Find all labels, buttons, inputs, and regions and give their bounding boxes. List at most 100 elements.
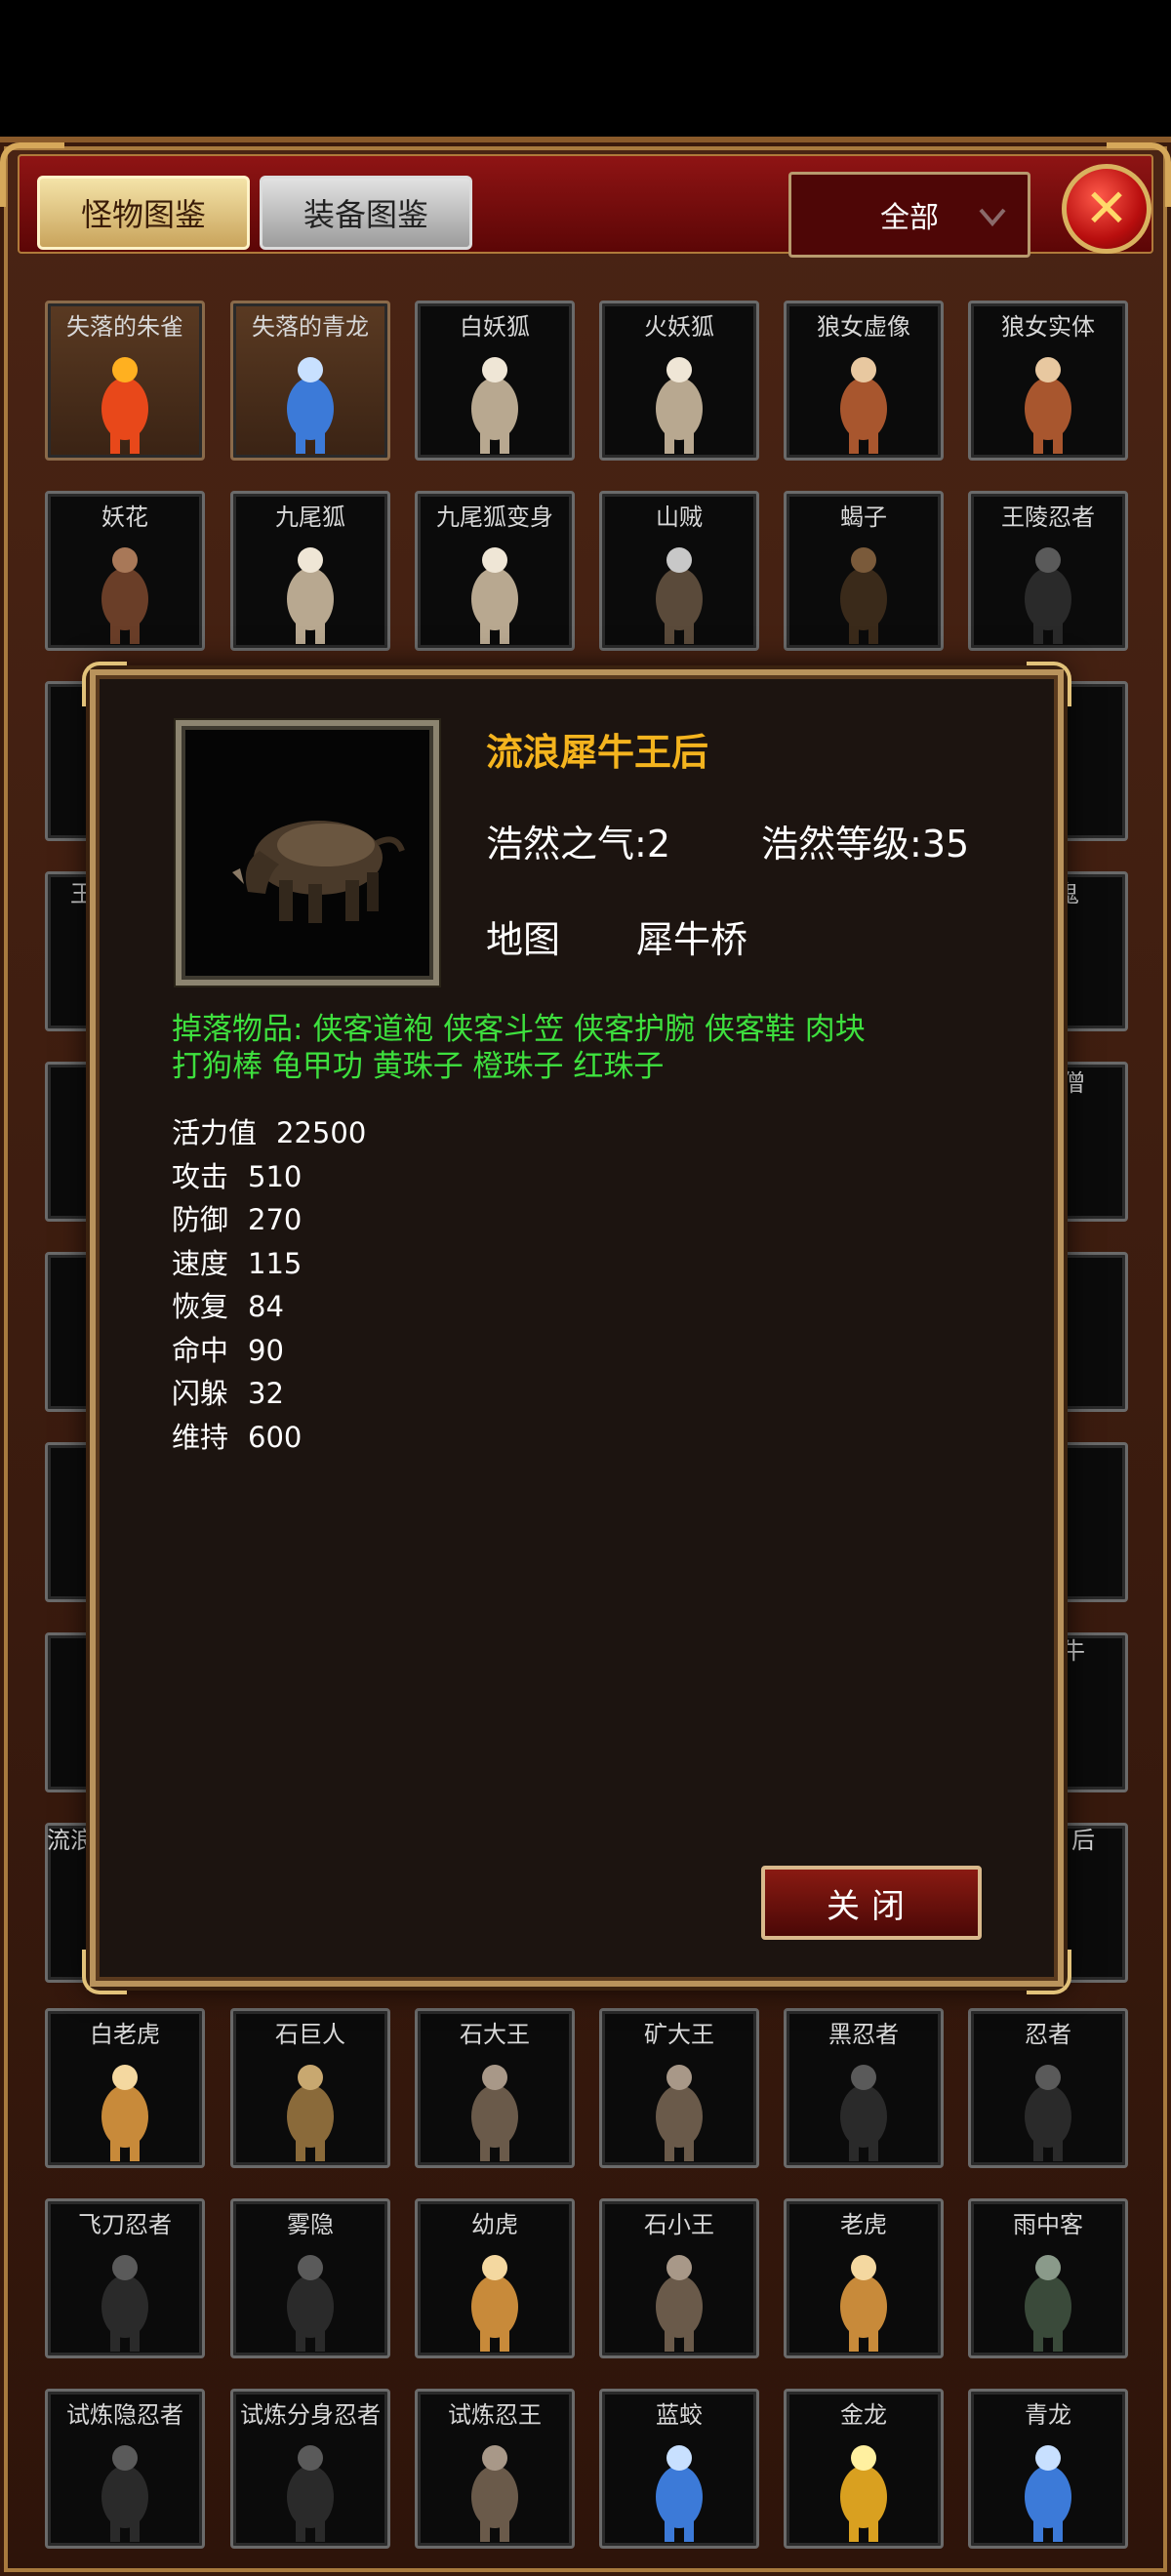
monster-cell[interactable]: 火妖狐 — [599, 301, 759, 461]
monster-cell[interactable]: 飞刀忍者 — [45, 2198, 205, 2358]
attribute-value: 510 — [248, 1159, 303, 1193]
fox-icon — [656, 357, 703, 454]
map-value: 犀牛桥 — [636, 918, 748, 961]
monster-cell-name: 白老虎 — [90, 2021, 160, 2048]
monster-cell-name: 九尾狐变身 — [436, 503, 553, 531]
ninja-icon — [1025, 547, 1071, 644]
monster-cell[interactable]: 妖花 — [45, 491, 205, 651]
monster-cell-name: 蓝蛟 — [656, 2401, 703, 2429]
monster-cell[interactable]: 黑忍者 — [784, 2008, 944, 2168]
attribute-row: 防御 270 — [172, 1197, 302, 1238]
warrior-icon — [471, 2065, 518, 2161]
monster-cell[interactable]: 九尾狐 — [230, 491, 390, 651]
haoran-qi: 浩然之气:2 — [486, 814, 670, 867]
monster-cell[interactable]: 石大王 — [415, 2008, 575, 2168]
monster-cell-name: 忍者 — [1025, 2021, 1071, 2048]
monster-cell[interactable]: 九尾狐变身 — [415, 491, 575, 651]
monster-cell-name: 矿大王 — [644, 2021, 714, 2048]
monster-cell[interactable]: 忍者 — [968, 2008, 1128, 2168]
monster-cell[interactable]: 白妖狐 — [415, 301, 575, 461]
ninja-icon — [840, 2065, 887, 2161]
dragon-icon — [287, 357, 334, 454]
rhino-icon — [232, 821, 405, 923]
attribute-label: 防御 — [172, 1203, 229, 1236]
drops-line-1: 掉落物品: 侠客道袍 侠客斗笠 侠客护腕 侠客鞋 肉块 — [172, 1011, 1011, 1048]
warrior-icon — [656, 2255, 703, 2352]
golden-dragon-icon — [840, 2445, 887, 2542]
bandit-icon — [656, 547, 703, 644]
demon-icon — [101, 547, 148, 644]
attribute-value: 22500 — [276, 1116, 367, 1149]
attribute-row: 攻击 510 — [172, 1154, 302, 1195]
monster-cell-name: 牛 — [1062, 1637, 1085, 1665]
attribute-value: 270 — [248, 1203, 303, 1236]
tiger-icon — [101, 2065, 148, 2161]
monster-cell-name: 火妖狐 — [644, 313, 714, 341]
monster-cell[interactable]: 幼虎 — [415, 2198, 575, 2358]
monster-cell[interactable]: 狼女虚像 — [784, 301, 944, 461]
monster-cell-name: 九尾狐 — [275, 503, 345, 531]
tiger-icon — [471, 2255, 518, 2352]
monster-cell[interactable]: 石小王 — [599, 2198, 759, 2358]
monster-cell-name: 试炼隐忍者 — [66, 2401, 183, 2429]
monster-cell[interactable]: 老虎 — [784, 2198, 944, 2358]
monster-cell-name: 狼女虚像 — [817, 313, 910, 341]
monster-cell[interactable]: 王陵忍者 — [968, 491, 1128, 651]
monster-cell[interactable]: 雾隐 — [230, 2198, 390, 2358]
monster-cell[interactable]: 失落的青龙 — [230, 301, 390, 461]
ninja-icon — [101, 2445, 148, 2542]
monster-cell[interactable]: 山贼 — [599, 491, 759, 651]
drops-label: 掉落物品: — [172, 1012, 303, 1047]
monster-cell[interactable]: 石巨人 — [230, 2008, 390, 2168]
monster-cell[interactable]: 试炼隐忍者 — [45, 2389, 205, 2549]
monster-cell[interactable]: 白老虎 — [45, 2008, 205, 2168]
haoran-qi-value: 2 — [646, 823, 670, 865]
attribute-value: 600 — [248, 1420, 303, 1454]
monster-cell[interactable]: 蓝蛟 — [599, 2389, 759, 2549]
monster-cell-name: 试炼忍王 — [448, 2401, 542, 2429]
monster-cell[interactable]: 雨中客 — [968, 2198, 1128, 2358]
monster-cell[interactable]: 失落的朱雀 — [45, 301, 205, 461]
monster-cell[interactable]: 试炼分身忍者 — [230, 2389, 390, 2549]
monster-cell[interactable]: 狼女实体 — [968, 301, 1128, 461]
monster-cell-name: 失落的青龙 — [252, 313, 369, 341]
filter-selected-value: 全部 — [880, 201, 939, 235]
attribute-label: 速度 — [172, 1246, 229, 1280]
monster-cell[interactable]: 金龙 — [784, 2389, 944, 2549]
golem-icon — [287, 2065, 334, 2161]
monster-cell[interactable]: 蝎子 — [784, 491, 944, 651]
map-label: 地图 — [486, 918, 561, 961]
attribute-value: 90 — [248, 1333, 284, 1367]
monster-cell[interactable]: 试炼忍王 — [415, 2389, 575, 2549]
tab-monster-codex[interactable]: 怪物图鉴 — [37, 176, 250, 250]
monster-cell[interactable]: 矿大王 — [599, 2008, 759, 2168]
tab-equipment-codex[interactable]: 装备图鉴 — [260, 176, 472, 250]
warrior-icon — [656, 2065, 703, 2161]
monster-cell[interactable]: 青龙 — [968, 2389, 1128, 2549]
wolfgirl-icon — [840, 357, 887, 454]
attribute-label: 命中 — [172, 1333, 229, 1367]
monster-cell-name: 幼虎 — [471, 2211, 518, 2238]
monster-cell-name: 雾隐 — [287, 2211, 334, 2238]
attribute-label: 维持 — [172, 1420, 229, 1454]
haoran-level-value: 35 — [921, 823, 970, 865]
attribute-value: 32 — [248, 1377, 284, 1410]
filter-dropdown[interactable]: 全部 — [788, 172, 1030, 258]
popup-corner-ornament — [1027, 1950, 1071, 1994]
monster-portrait — [176, 720, 439, 986]
ninja-icon — [287, 2255, 334, 2352]
monster-cell-name: 流浪 — [47, 1827, 94, 1854]
monster-cell-name: 老虎 — [840, 2211, 887, 2238]
attribute-row: 维持 600 — [172, 1415, 302, 1456]
chevron-down-icon — [979, 208, 1006, 227]
close-button[interactable]: 关闭 — [761, 1866, 982, 1940]
popup-corner-ornament — [1027, 662, 1071, 706]
haoran-level: 浩然等级:35 — [761, 814, 969, 867]
drops-items-1: 侠客道袍 侠客斗笠 侠客护腕 侠客鞋 肉块 — [312, 1012, 866, 1047]
attribute-row: 闪躲 32 — [172, 1371, 284, 1412]
attribute-label: 恢复 — [172, 1290, 229, 1323]
close-icon[interactable]: ✕ — [1062, 164, 1151, 254]
scorpion-icon — [840, 547, 887, 644]
dragon-icon — [656, 2445, 703, 2542]
wolfgirl-icon — [1025, 357, 1071, 454]
